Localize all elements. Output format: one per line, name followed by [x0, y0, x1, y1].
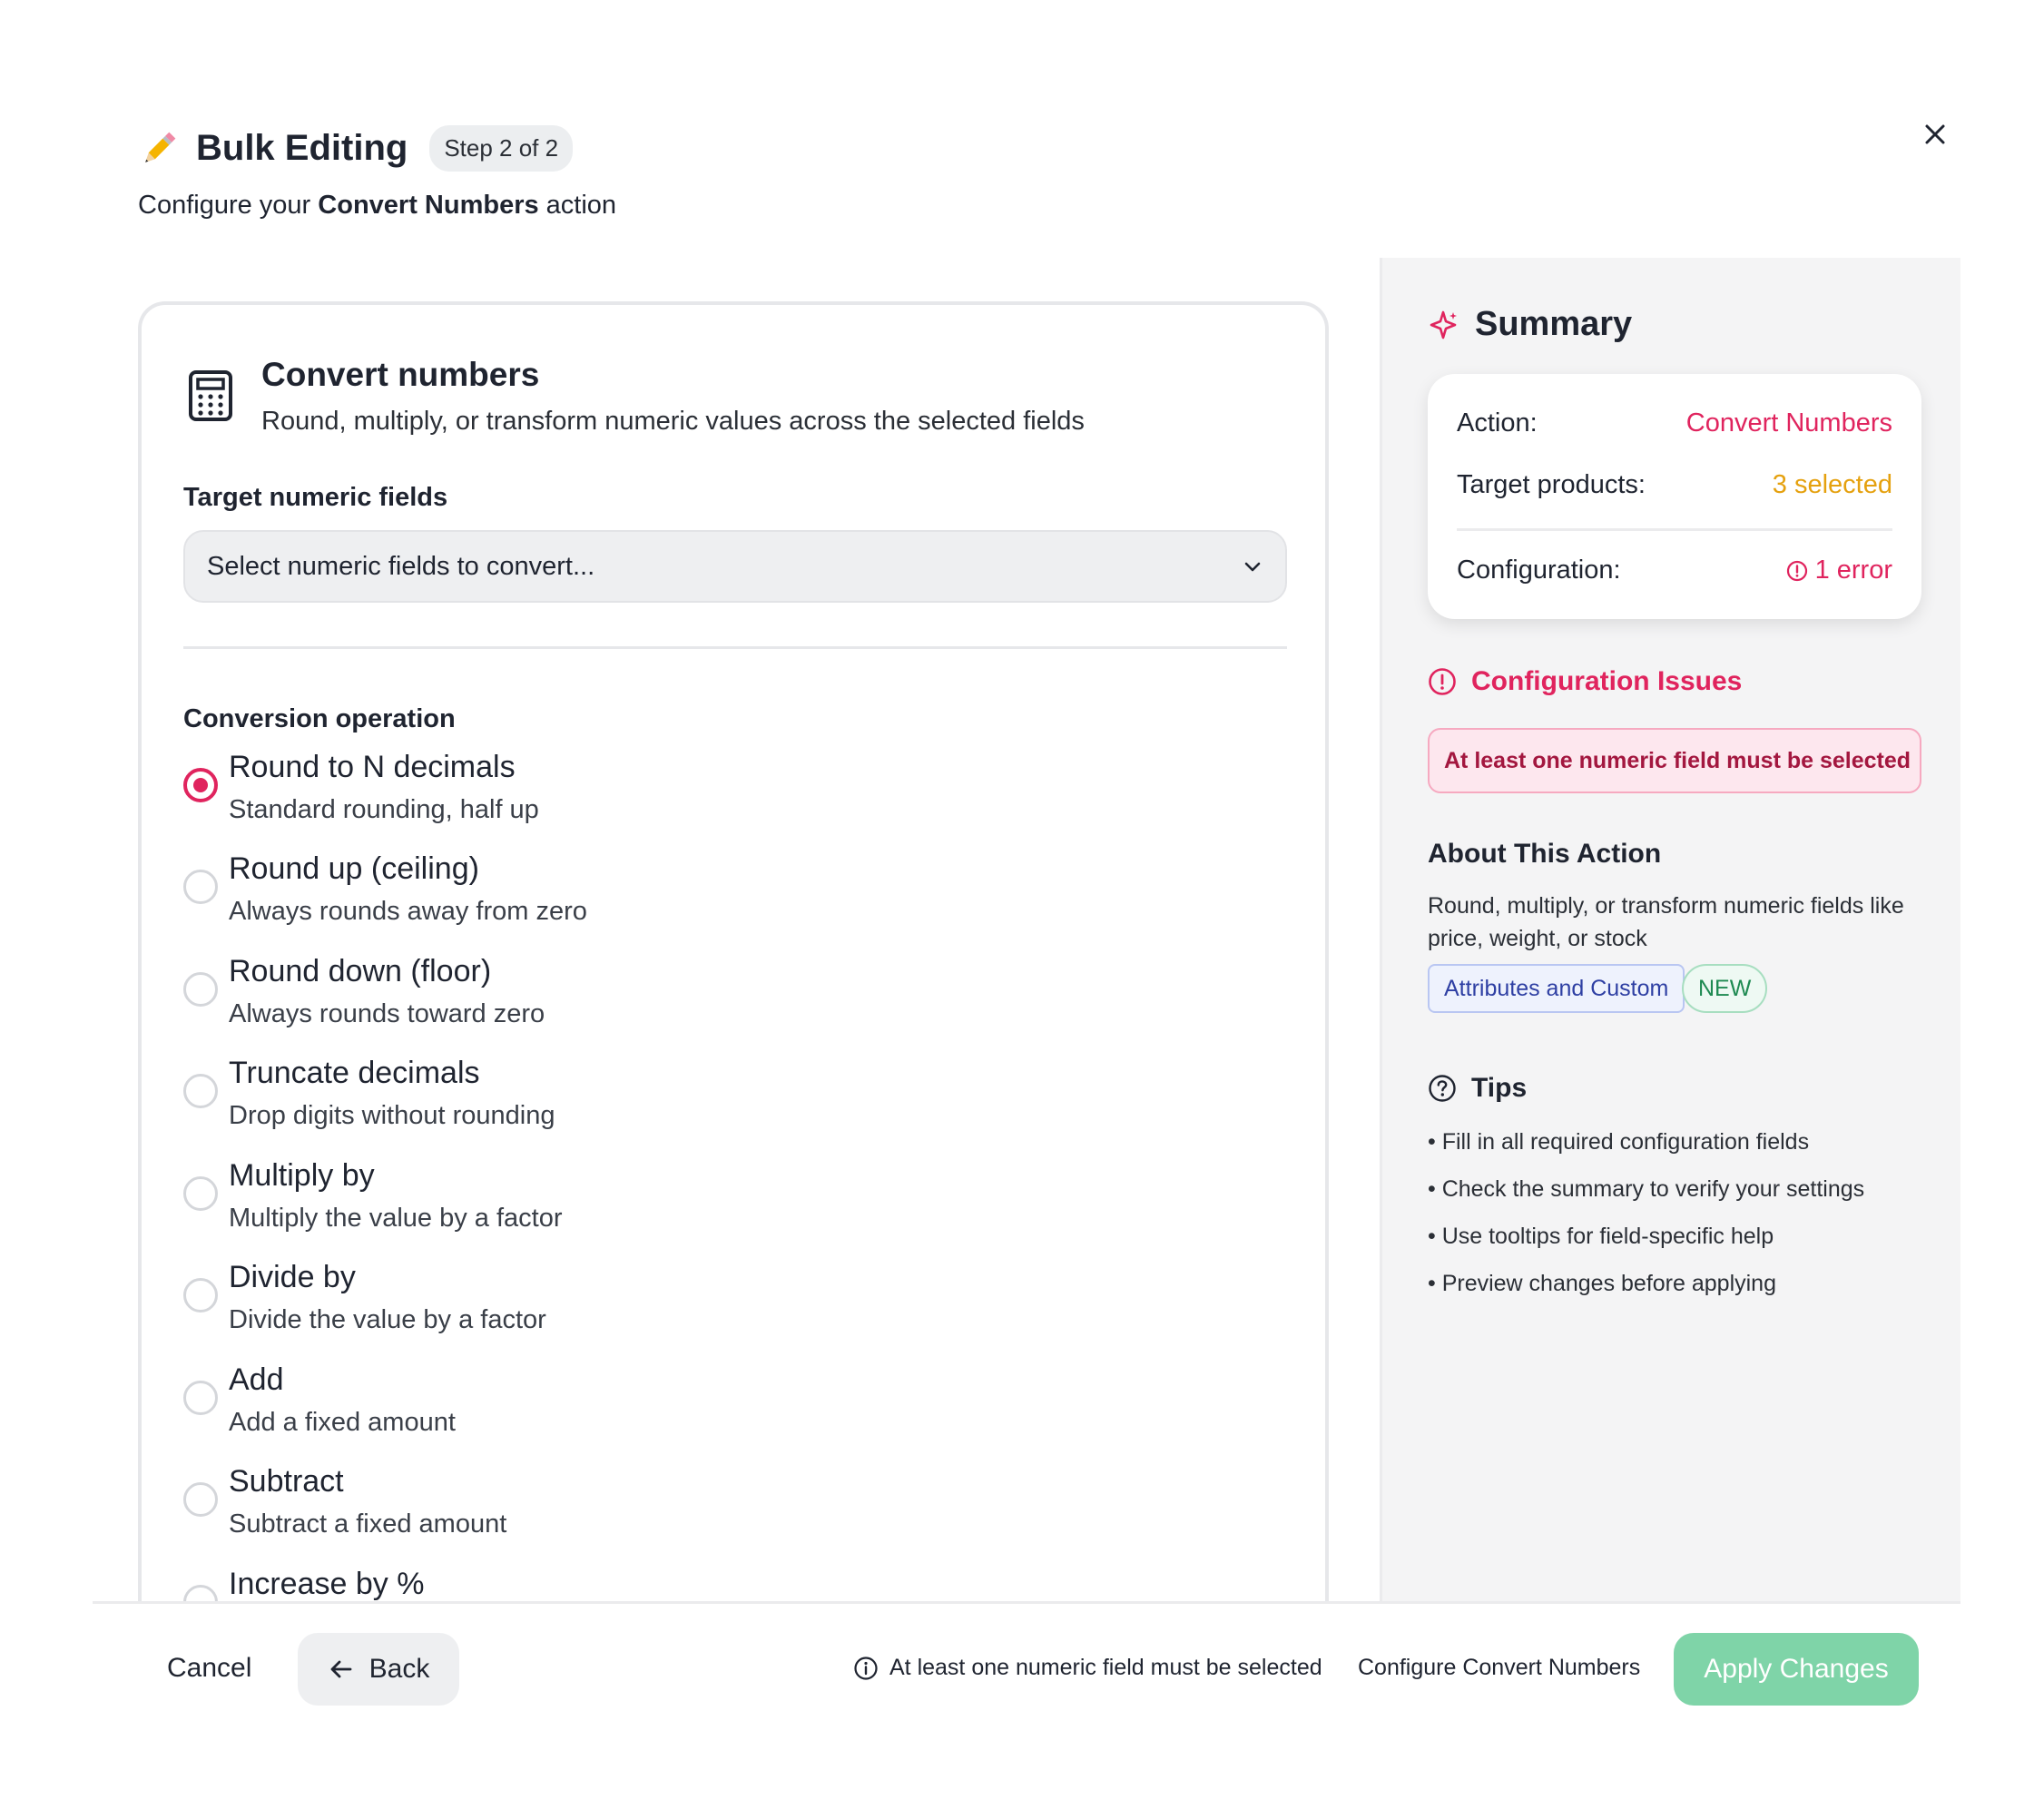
- alert-circle-icon: [1429, 668, 1456, 695]
- option-title: Increase by %: [229, 1567, 425, 1601]
- option-title: Round down (floor): [229, 954, 492, 988]
- conversion-operation-label: Conversion operation: [183, 704, 456, 733]
- convert-numbers-card: Convert numbers Round, multiply, or tran…: [138, 301, 1329, 1645]
- tips-header: Tips: [1428, 1073, 1527, 1104]
- help-circle-icon: [1429, 1075, 1456, 1102]
- back-label: Back: [369, 1654, 430, 1684]
- configuration-issues-header: Configuration Issues: [1428, 666, 1742, 697]
- radio-button[interactable]: [183, 1278, 218, 1313]
- option-title: Divide by: [229, 1260, 356, 1294]
- summary-panel: Summary Action: Convert Numbers Target p…: [1380, 258, 1960, 1601]
- info-icon: [854, 1656, 878, 1680]
- option-title: Add: [229, 1362, 284, 1397]
- calculator-icon: [187, 369, 234, 423]
- option-title: Round to N decimals: [229, 750, 516, 784]
- new-badge: NEW: [1682, 964, 1768, 1013]
- tip-item: • Fill in all required configuration fie…: [1428, 1129, 1810, 1155]
- option-round-down[interactable]: Round down (floor) Always rounds toward …: [183, 954, 1091, 1050]
- option-add[interactable]: Add Add a fixed amount: [183, 1362, 1091, 1459]
- radio-button[interactable]: [183, 1381, 218, 1415]
- summary-row-target: Target products: 3 selected: [1457, 470, 1892, 500]
- tip-item: • Preview changes before applying: [1428, 1271, 1776, 1296]
- error-count: 1 error: [1814, 556, 1892, 585]
- radio-button[interactable]: [183, 1074, 218, 1108]
- option-title: Round up (ceiling): [229, 851, 479, 886]
- issue-message-box: At least one numeric field must be selec…: [1428, 728, 1921, 793]
- option-multiply-by[interactable]: Multiply by Multiply the value by a fact…: [183, 1158, 1091, 1254]
- target-fields-label: Target numeric fields: [183, 483, 448, 512]
- subtitle-action-name: Convert Numbers: [318, 191, 539, 220]
- option-truncate-decimals[interactable]: Truncate decimals Drop digits without ro…: [183, 1056, 1091, 1152]
- modal-header: Bulk Editing Step 2 of 2: [138, 125, 574, 172]
- summary-row-action: Action: Convert Numbers: [1457, 408, 1892, 438]
- chevron-down-icon: [1244, 562, 1261, 572]
- step-badge: Step 2 of 2: [429, 125, 574, 172]
- scope-tag: Attributes and Custom: [1428, 964, 1685, 1013]
- summary-label: Action:: [1457, 408, 1538, 438]
- modal-title: Bulk Editing: [196, 128, 408, 168]
- card-divider: [183, 646, 1287, 649]
- option-description: Always rounds toward zero: [229, 999, 545, 1028]
- summary-header: Summary: [1428, 305, 1632, 344]
- option-title: Truncate decimals: [229, 1056, 480, 1090]
- modal-subtitle: Configure your Convert Numbers action: [138, 191, 616, 221]
- summary-label: Configuration:: [1457, 556, 1621, 585]
- configuration-issues-title: Configuration Issues: [1471, 666, 1743, 696]
- cancel-button[interactable]: Cancel: [167, 1653, 251, 1684]
- option-description: Divide the value by a factor: [229, 1305, 546, 1334]
- close-button[interactable]: [1915, 114, 1955, 154]
- card-subtitle: Round, multiply, or transform numeric va…: [261, 407, 1085, 436]
- tip-item: • Use tooltips for field-specific help: [1428, 1224, 1774, 1249]
- subtitle-suffix: action: [538, 191, 617, 220]
- radio-button[interactable]: [183, 870, 218, 904]
- option-subtract[interactable]: Subtract Subtract a fixed amount: [183, 1464, 1091, 1560]
- radio-button[interactable]: [183, 1176, 218, 1211]
- option-description: Always rounds away from zero: [229, 897, 587, 926]
- target-fields-placeholder: Select numeric fields to convert...: [207, 551, 595, 581]
- arrow-left-icon: [330, 1660, 352, 1678]
- close-icon: [1925, 124, 1945, 144]
- pencil-icon: [138, 128, 180, 170]
- radio-button[interactable]: [183, 972, 218, 1007]
- bulk-editing-modal: Bulk Editing Step 2 of 2 Configure your …: [93, 91, 1960, 1732]
- back-button[interactable]: Back: [298, 1633, 459, 1706]
- summary-label: Target products:: [1457, 470, 1646, 499]
- option-round-n-decimals[interactable]: Round to N decimals Standard rounding, h…: [183, 750, 1091, 846]
- modal-footer: Cancel Back At least one numeric field m…: [93, 1601, 1960, 1732]
- apply-changes-label: Apply Changes: [1704, 1654, 1889, 1684]
- apply-changes-button[interactable]: Apply Changes: [1674, 1633, 1919, 1706]
- card-title: Convert numbers: [261, 356, 540, 393]
- footer-message-text: At least one numeric field must be selec…: [889, 1655, 1322, 1680]
- tips-title: Tips: [1471, 1073, 1528, 1103]
- footer-configure-text: Configure Convert Numbers: [1358, 1655, 1641, 1680]
- option-title: Subtract: [229, 1464, 344, 1499]
- option-divide-by[interactable]: Divide by Divide the value by a factor: [183, 1260, 1091, 1356]
- summary-value: Convert Numbers: [1685, 408, 1892, 438]
- option-description: Subtract a fixed amount: [229, 1509, 507, 1539]
- radio-button[interactable]: [183, 1482, 218, 1517]
- subtitle-prefix: Configure your: [138, 191, 319, 220]
- option-description: Multiply the value by a factor: [229, 1204, 563, 1233]
- footer-validation-message: At least one numeric field must be selec…: [853, 1655, 1322, 1681]
- sparkles-icon: [1430, 310, 1457, 339]
- about-action-title: About This Action: [1428, 839, 1662, 869]
- option-description: Standard rounding, half up: [229, 795, 539, 824]
- summary-divider: [1457, 528, 1892, 531]
- option-description: Add a fixed amount: [229, 1408, 456, 1437]
- summary-row-configuration: Configuration: 1 error: [1457, 556, 1892, 585]
- summary-title: Summary: [1475, 305, 1633, 343]
- tip-item: • Check the summary to verify your setti…: [1428, 1176, 1865, 1202]
- alert-circle-icon: [1786, 560, 1807, 581]
- option-title: Multiply by: [229, 1158, 375, 1193]
- about-action-text: Round, multiply, or transform numeric fi…: [1428, 893, 1904, 951]
- option-round-up[interactable]: Round up (ceiling) Always rounds away fr…: [183, 851, 1091, 948]
- issue-message: At least one numeric field must be selec…: [1444, 747, 1911, 773]
- summary-card: Action: Convert Numbers Target products:…: [1428, 374, 1921, 619]
- radio-button[interactable]: [183, 768, 218, 802]
- summary-error-value: 1 error: [1786, 556, 1892, 585]
- target-fields-select[interactable]: Select numeric fields to convert...: [183, 530, 1287, 603]
- summary-value: 3 selected: [1772, 470, 1892, 499]
- option-description: Drop digits without rounding: [229, 1101, 555, 1130]
